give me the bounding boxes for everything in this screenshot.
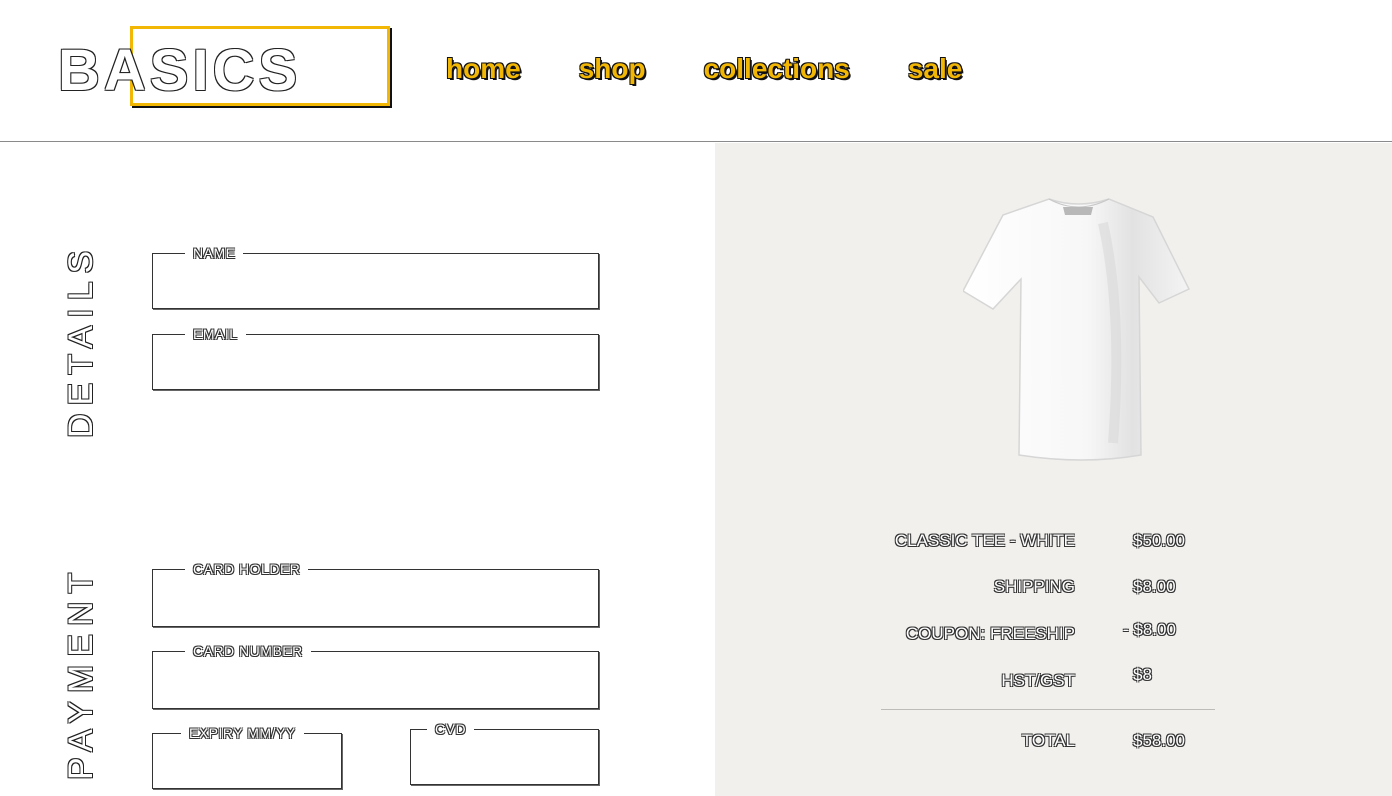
cvd-label: CVD xyxy=(427,721,475,737)
expiry-input[interactable] xyxy=(161,748,333,782)
expiry-field[interactable]: EXPIRY MM/YY xyxy=(152,725,342,789)
tax-value: $8 xyxy=(1133,665,1152,684)
name-field[interactable]: NAME xyxy=(152,245,599,309)
name-label: NAME xyxy=(185,245,244,261)
email-input[interactable] xyxy=(161,349,590,383)
email-field[interactable]: EMAIL xyxy=(152,326,599,390)
item-label: CLASSIC TEE - WHITE xyxy=(894,531,1075,550)
card-number-input[interactable] xyxy=(161,666,590,702)
cvd-field[interactable]: CVD xyxy=(410,721,599,785)
summary-divider xyxy=(881,709,1215,710)
total-value: $58.00 xyxy=(1133,731,1185,750)
site-header: BASICS home shop collections sale xyxy=(0,0,1392,142)
nav-home[interactable]: home xyxy=(446,52,521,86)
logo-text: BASICS xyxy=(58,38,302,103)
card-number-field[interactable]: CARD NUMBER xyxy=(152,643,599,709)
coupon-label: COUPON: FREESHIP xyxy=(905,624,1075,643)
payment-section-title: PAYMENT xyxy=(62,564,100,780)
nav-shop[interactable]: shop xyxy=(579,52,646,86)
card-number-label: CARD NUMBER xyxy=(185,643,311,659)
expiry-label: EXPIRY MM/YY xyxy=(181,725,304,741)
shipping-value: $8.00 xyxy=(1133,577,1176,596)
card-holder-field[interactable]: CARD HOLDER xyxy=(152,561,599,627)
order-summary-panel: CLASSIC TEE - WHITE $50.00 SHIPPING $8.0… xyxy=(715,143,1392,796)
white-tshirt-image xyxy=(963,198,1191,461)
item-price: $50.00 xyxy=(1133,531,1185,550)
shipping-label: SHIPPING xyxy=(993,577,1075,596)
card-holder-label: CARD HOLDER xyxy=(185,561,309,577)
card-holder-input[interactable] xyxy=(161,584,590,620)
main-nav: home shop collections sale xyxy=(446,52,962,86)
nav-sale[interactable]: sale xyxy=(908,52,963,86)
nav-collections[interactable]: collections xyxy=(704,52,850,86)
tax-label: HST/GST xyxy=(1001,671,1075,690)
email-label: EMAIL xyxy=(185,326,246,342)
cvd-input[interactable] xyxy=(419,744,590,778)
name-input[interactable] xyxy=(161,268,590,302)
details-section-title: DETAILS xyxy=(62,242,100,438)
coupon-value: - $8.00 xyxy=(1123,620,1176,639)
total-label: TOTAL xyxy=(1021,731,1075,750)
logo[interactable]: BASICS xyxy=(58,24,390,110)
